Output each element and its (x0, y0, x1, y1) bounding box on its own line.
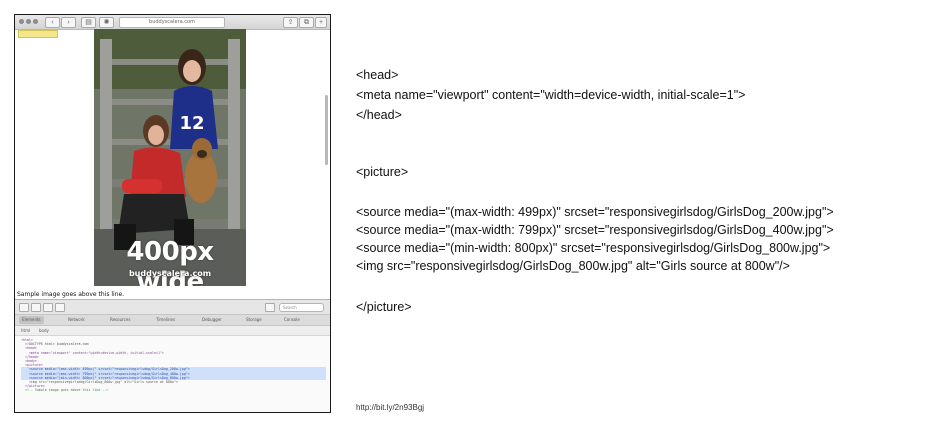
inspector-search-input[interactable]: Search (279, 303, 324, 312)
warning-icon[interactable] (265, 303, 275, 312)
tab-network[interactable]: Network (65, 316, 88, 324)
breadcrumb-item[interactable]: body (39, 326, 49, 335)
tab-resources[interactable]: Resources (107, 316, 133, 324)
inspector-breadcrumb: html body (15, 326, 330, 336)
address-bar[interactable]: buddyscalera.com (119, 17, 225, 28)
share-icon[interactable]: ⇪ (283, 17, 298, 28)
page-scrollbar[interactable] (325, 95, 328, 165)
tab-debugger[interactable]: Debugger (199, 316, 225, 324)
sidebar-icon[interactable]: ▤ (81, 17, 96, 28)
forward-icon[interactable]: › (61, 17, 76, 28)
code-source-line: <source media="(max-width: 499px)" srcse… (356, 205, 834, 219)
minimize-window-icon[interactable] (26, 19, 31, 24)
dom-line[interactable]: <!-- Sample image goes above this line -… (21, 388, 326, 392)
back-icon[interactable]: ‹ (45, 17, 60, 28)
code-source-line: <source media="(min-width: 800px)" srcse… (356, 241, 831, 255)
browser-screenshot: ‹ › ▤ ✺ buddyscalera.com ⇪ ⧉ + 12 400px … (14, 14, 331, 413)
image-caption: Sample image goes above this line. (17, 291, 125, 298)
browser-titlebar: ‹ › ▤ ✺ buddyscalera.com ⇪ ⧉ + (15, 15, 330, 30)
dock-icon[interactable] (19, 303, 29, 312)
code-img-line: <img src="responsivegirlsdog/GirlsDog_80… (356, 259, 790, 273)
close-window-icon[interactable] (19, 19, 24, 24)
tabs-icon[interactable]: ⧉ (299, 17, 314, 28)
image-headline: 400px wide (126, 237, 214, 286)
code-picture-close: </picture> (356, 300, 412, 314)
viewport-size-indicator (18, 30, 58, 38)
code-meta-viewport: <meta name="viewport" content="width=dev… (356, 88, 746, 102)
undock-icon[interactable] (31, 303, 41, 312)
pick-element-icon[interactable] (55, 303, 65, 312)
svg-text:12: 12 (179, 113, 204, 134)
code-head-close: </head> (356, 108, 402, 122)
tab-timelines[interactable]: Timelines (153, 316, 178, 324)
tab-storage[interactable]: Storage (243, 316, 265, 324)
source-link[interactable]: http://bit.ly/2n93Bgj (356, 403, 424, 412)
zoom-window-icon[interactable] (33, 19, 38, 24)
sample-photo: 12 400px wide buddyscalera.com (94, 29, 246, 286)
settings-icon[interactable]: ✺ (99, 17, 114, 28)
code-head-open: <head> (356, 68, 399, 82)
web-inspector-panel: Search Elements Network Resources Timeli… (15, 299, 330, 412)
dom-tree: <html> <!DOCTYPE html> buddyscalera.com … (15, 336, 330, 412)
inspector-tabs: Elements Network Resources Timelines Deb… (15, 315, 330, 326)
inspector-toolbar: Search (15, 300, 330, 315)
tab-elements[interactable]: Elements (19, 316, 44, 324)
image-credit: buddyscalera.com (128, 269, 212, 278)
tab-console[interactable]: Console (281, 316, 303, 324)
add-tab-icon[interactable]: + (315, 17, 327, 28)
reload-icon[interactable] (43, 303, 53, 312)
code-source-line: <source media="(max-width: 799px)" srcse… (356, 223, 834, 237)
breadcrumb-item[interactable]: html (21, 326, 30, 335)
code-picture-open: <picture> (356, 165, 409, 179)
